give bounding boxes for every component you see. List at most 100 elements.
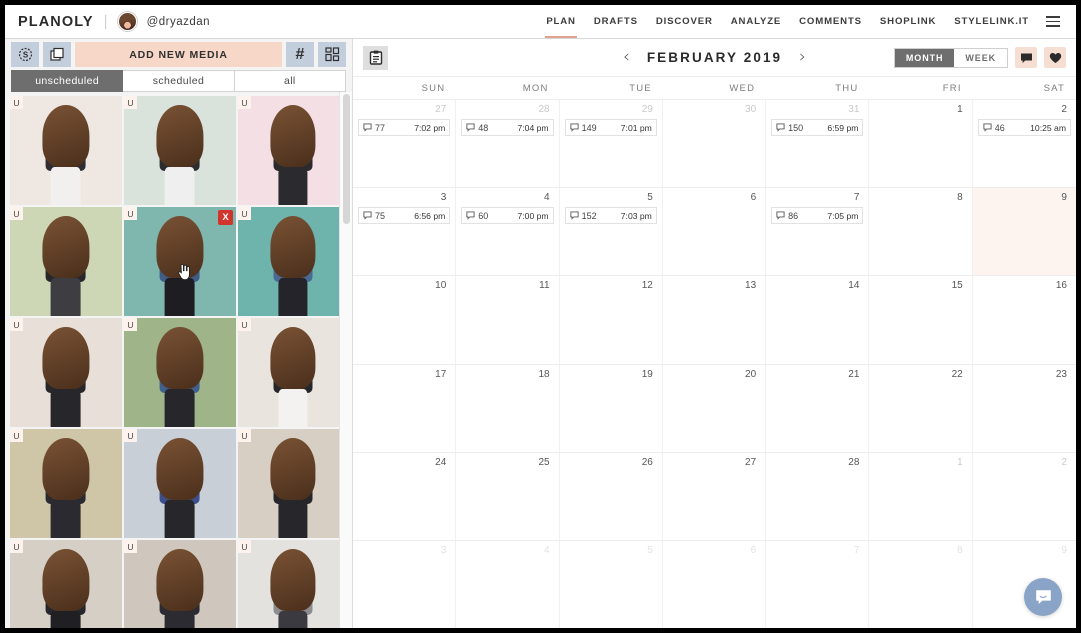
nav-item-stylelink-it[interactable]: STYLELINK.IT	[945, 5, 1038, 38]
scheduled-post-chip[interactable]: 60 7:00 pm	[461, 207, 554, 225]
calendar-day-cell[interactable]: 13	[663, 276, 767, 364]
calendar-day-cell[interactable]: 3 75 6:56 pm	[353, 188, 457, 276]
calendar-day-cell[interactable]: 30	[663, 100, 767, 188]
scheduled-post-chip[interactable]: 46 10:25 am	[977, 119, 1071, 136]
media-tile[interactable]: U	[238, 429, 348, 538]
calendar-day-cell[interactable]: 29 149 7:01 pm	[560, 100, 663, 188]
calendar-day-cell[interactable]: 12	[560, 276, 663, 364]
calendar-day-cell[interactable]: 18	[456, 364, 560, 452]
media-tile[interactable]: U	[10, 96, 122, 205]
calendar-day-cell[interactable]: 22	[869, 364, 973, 452]
calendar-day-cell[interactable]: 28 48 7:04 pm	[456, 100, 560, 188]
intercom-chat-icon[interactable]	[1024, 578, 1062, 616]
hamburger-icon[interactable]	[1042, 5, 1064, 38]
media-tile[interactable]: U	[10, 540, 122, 628]
dollar-sticker-icon[interactable]: S	[11, 42, 39, 67]
nav-item-drafts[interactable]: DRAFTS	[585, 5, 647, 38]
calendar-day-cell[interactable]: 9	[972, 188, 1076, 276]
calendar-day-cell[interactable]: 1	[869, 100, 973, 188]
calendar-day-cell[interactable]: 25	[456, 452, 560, 540]
calendar-day-cell[interactable]: 6	[663, 188, 767, 276]
account-handle[interactable]: @dryazdan	[147, 16, 210, 28]
scheduled-post-chip[interactable]: 75 6:56 pm	[358, 207, 451, 225]
media-tile[interactable]: U	[238, 207, 348, 316]
media-tile[interactable]: U	[124, 540, 236, 628]
calendar-day-cell[interactable]: 9	[973, 541, 1076, 628]
media-tile[interactable]: U	[238, 318, 348, 427]
calendar-day-cell[interactable]: 1	[869, 452, 973, 540]
scheduled-post-chip[interactable]: 86 7:05 pm	[771, 207, 864, 225]
media-tile[interactable]: U	[238, 96, 348, 205]
media-tab-all[interactable]: all	[234, 70, 346, 92]
day-number: 11	[539, 280, 550, 292]
media-tile[interactable]: U	[238, 540, 348, 628]
calendar-day-cell[interactable]: 4 60 7:00 pm	[456, 188, 560, 276]
calendar-day-cell[interactable]: 3	[353, 540, 457, 628]
clipboard-icon[interactable]	[363, 45, 388, 70]
media-scrollbar[interactable]	[339, 92, 352, 628]
media-tab-unscheduled[interactable]: unscheduled	[11, 70, 124, 92]
calendar-day-cell[interactable]: 23	[973, 365, 1076, 452]
scheduled-post-chip[interactable]: 152 7:03 pm	[564, 207, 657, 225]
planoly-logo[interactable]: PLANOLY	[18, 14, 94, 30]
prev-month-button[interactable]: ‹	[623, 49, 630, 66]
next-month-button[interactable]: ›	[799, 49, 806, 66]
unscheduled-badge: U	[238, 207, 251, 220]
calendar-day-cell[interactable]: 7 86 7:05 pm	[766, 188, 870, 276]
calendar-day-cell[interactable]: 14	[766, 276, 870, 364]
nav-item-plan[interactable]: PLAN	[537, 5, 585, 38]
calendar-day-cell[interactable]: 2	[973, 453, 1076, 540]
calendar-day-cell[interactable]: 17	[353, 364, 457, 452]
calendar-day-cell[interactable]: 21	[766, 364, 870, 452]
calendar-day-cell[interactable]: 28	[766, 452, 870, 540]
calendar-day-cell[interactable]: 10	[353, 276, 457, 364]
comment-bubble-icon[interactable]	[1015, 47, 1037, 68]
media-tab-scheduled[interactable]: scheduled	[123, 70, 235, 92]
nav-item-analyze[interactable]: ANALYZE	[722, 5, 790, 38]
calendar-day-cell[interactable]: 20	[663, 364, 767, 452]
heart-icon[interactable]	[1044, 47, 1066, 68]
calendar-day-cell[interactable]: 24	[353, 452, 457, 540]
calendar-day-cell[interactable]: 31 150 6:59 pm	[766, 100, 870, 188]
calendar-day-cell[interactable]: 4	[456, 540, 560, 628]
view-toggle-week[interactable]: WEEK	[954, 48, 1007, 67]
day-number: 4	[544, 544, 550, 556]
calendar-day-cell[interactable]: 7	[766, 540, 870, 628]
media-tile[interactable]: U	[124, 96, 236, 205]
calendar-day-cell[interactable]: 6	[663, 540, 767, 628]
media-tile[interactable]: UX	[124, 207, 236, 316]
media-tile[interactable]: U	[10, 318, 122, 427]
grid-layout-icon[interactable]	[318, 42, 346, 67]
add-new-media-button[interactable]: ADD NEW MEDIA	[75, 42, 282, 67]
layers-copy-icon[interactable]	[43, 42, 71, 67]
calendar-day-cell[interactable]: 2 46 10:25 am	[973, 100, 1076, 187]
calendar-day-cell[interactable]: 8	[869, 188, 973, 276]
scheduled-post-chip[interactable]: 48 7:04 pm	[461, 119, 554, 136]
calendar-day-cell[interactable]: 5 152 7:03 pm	[560, 188, 663, 276]
view-toggle-month[interactable]: MONTH	[894, 48, 955, 67]
nav-item-comments[interactable]: COMMENTS	[790, 5, 871, 38]
media-tile[interactable]: U	[10, 429, 122, 538]
scheduled-post-chip[interactable]: 149 7:01 pm	[564, 119, 657, 136]
scheduled-post-chip[interactable]: 150 6:59 pm	[771, 119, 864, 136]
scheduled-post-chip[interactable]: 77 7:02 pm	[358, 119, 451, 136]
user-avatar[interactable]	[117, 12, 137, 31]
calendar-day-cell[interactable]: 5	[560, 540, 663, 628]
media-tile[interactable]: U	[124, 429, 236, 538]
calendar-day-cell[interactable]: 27 77 7:02 pm	[353, 100, 457, 188]
calendar-day-cell[interactable]: 19	[560, 364, 663, 452]
media-tile[interactable]: U	[10, 207, 122, 316]
calendar-day-cell[interactable]: 8	[869, 540, 973, 628]
calendar-day-cell[interactable]: 26	[560, 452, 663, 540]
media-tile[interactable]: U	[124, 318, 236, 427]
unscheduled-badge: U	[10, 318, 23, 331]
calendar-day-cell[interactable]: 16	[973, 276, 1076, 363]
calendar-day-cell[interactable]: 15	[869, 276, 973, 364]
hashtag-icon[interactable]: #	[286, 42, 314, 67]
scrollbar-thumb[interactable]	[343, 94, 350, 224]
calendar-day-cell[interactable]: 11	[456, 276, 560, 364]
nav-item-discover[interactable]: DISCOVER	[647, 5, 722, 38]
calendar-day-cell[interactable]: 27	[663, 452, 767, 540]
delete-media-button[interactable]: X	[218, 210, 233, 225]
nav-item-shoplink[interactable]: SHOPLINK	[871, 5, 945, 38]
